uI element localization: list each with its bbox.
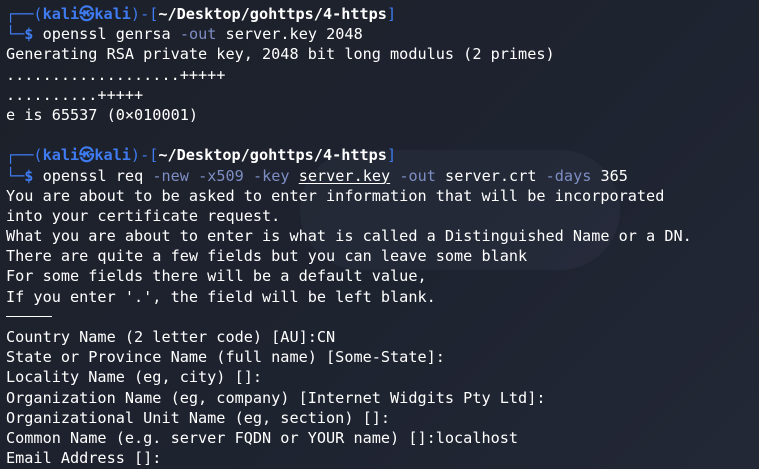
command-arg: 365 [600,166,628,185]
prompt-user: kali [42,146,80,165]
output-line: You are about to be asked to enter infor… [6,186,665,205]
output-line: For some fields there will be a default … [6,267,427,286]
command-program: openssl [42,25,107,44]
prompt-path: ~/Desktop/gohttps/4-https [158,146,387,165]
prompt-at-glyph: ㉿ [79,5,95,23]
output-line: e is 65537 (0×010001) [6,105,199,124]
prompt-user: kali [42,5,80,23]
command-arg: server.key [225,25,317,44]
command-arg: 2048 [326,25,363,44]
command-line: └─$ openssl req -new -x509 -key server.k… [6,166,628,185]
field-prompt-line: Organizational Unit Name (eg, section) [… [6,408,391,427]
command-option: -days [545,166,592,185]
prompt-path: ~/Desktop/gohttps/4-https [158,5,387,23]
command-option: -new [152,166,189,185]
prompt-line: ┌──(kali㉿kali)-[~/Desktop/gohttps/4-http… [6,146,397,165]
output-line: What you are about to enter is what is c… [6,227,692,246]
prompt-host: kali [94,146,131,165]
command-line: └─$ openssl genrsa -out server.key 2048 [6,25,363,44]
separator-rule [6,315,52,317]
field-prompt-line: Organization Name (eg, company) [Interne… [6,388,546,407]
prompt-dollar: $ [24,166,34,185]
output-line: Generating RSA private key, 2048 bit lon… [6,45,555,64]
output-line: into your certificate request. [6,206,281,225]
command-option: -key [252,166,290,185]
field-prompt-line: State or Province Name (full name) [Some… [6,348,445,367]
field-prompt-line: Common Name (e.g. server FQDN or YOUR na… [6,428,519,447]
terminal-output: ┌──(kali㉿kali)-[~/Desktop/gohttps/4-http… [6,4,759,468]
command-program: openssl [42,166,107,185]
command-option: -out [399,166,436,185]
command-path-arg: server.key [298,166,391,185]
field-prompt-line[interactable]: Email Address []: [6,448,759,468]
command-arg: genrsa [115,25,171,44]
field-prompt-line: Locality Name (eg, city) []: [6,368,263,387]
command-arg: req [115,166,144,185]
prompt-at-glyph: ㉿ [79,146,95,165]
command-option: -x509 [198,166,244,185]
output-line: ..........+++++ [6,85,144,104]
terminal-window[interactable]: ┌──(kali㉿kali)-[~/Desktop/gohttps/4-http… [0,0,759,469]
command-arg: server.crt [445,166,537,185]
prompt-line: ┌──(kali㉿kali)-[~/Desktop/gohttps/4-http… [6,5,397,23]
prompt-host: kali [94,5,131,23]
separator-line [6,307,759,327]
output-line: If you enter '.', the field will be left… [6,287,436,306]
prompt-dollar: $ [24,25,34,44]
field-prompt-line: Country Name (2 letter code) [AU]:CN [6,328,336,346]
command-option: -out [179,25,217,44]
output-line: ...................+++++ [6,65,226,84]
output-line: There are quite a few fields but you can… [6,247,528,266]
